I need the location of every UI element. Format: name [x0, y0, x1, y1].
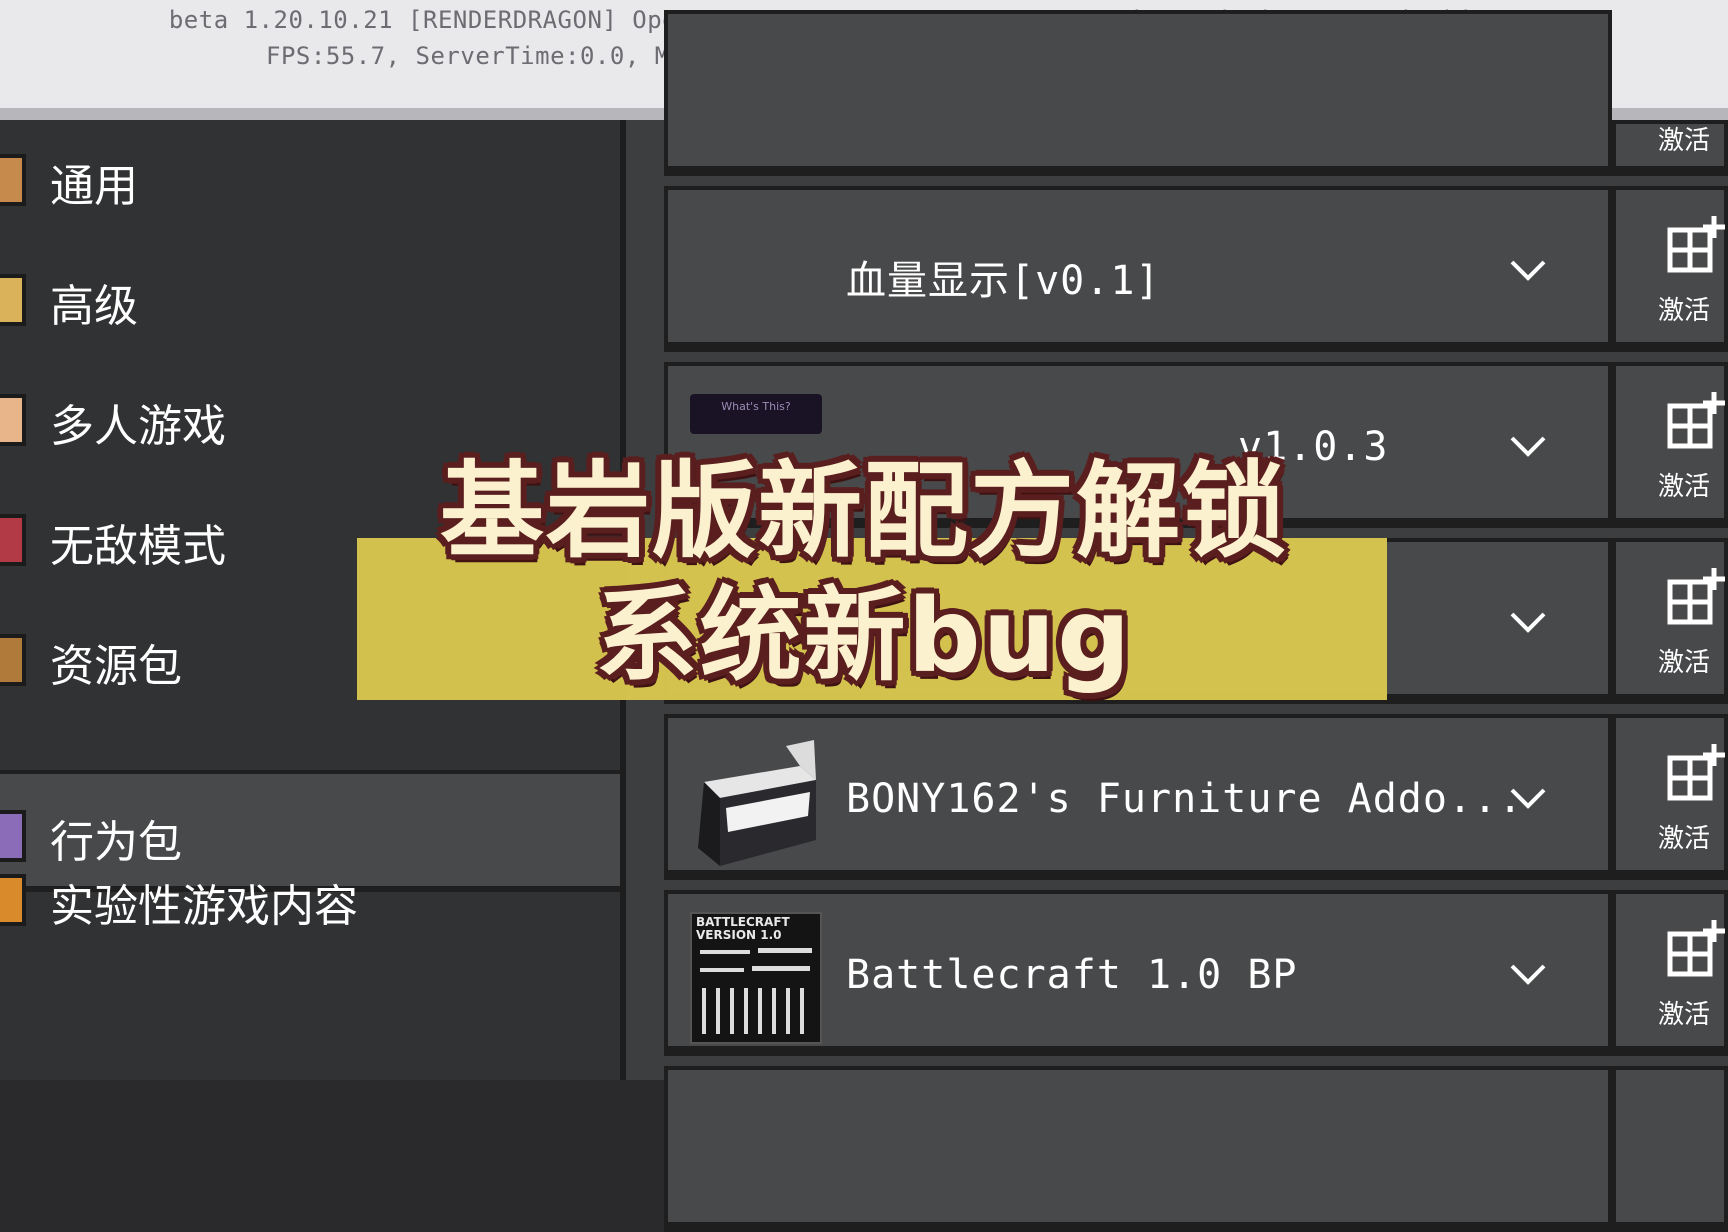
pack-row-partial[interactable]: [664, 1066, 1612, 1232]
chevron-down-icon[interactable]: [1508, 250, 1548, 290]
activate-button[interactable]: 激活: [1612, 714, 1728, 880]
sidebar-item-advanced[interactable]: 高级: [0, 236, 620, 358]
pack-name: 血量显示[v0.1]: [846, 258, 1161, 304]
sidebar-item-label: 通用: [50, 161, 138, 212]
activate-button[interactable]: 激活: [1612, 890, 1728, 1056]
sidebar-item-experimental[interactable]: 实验性游戏内容: [0, 836, 620, 958]
weapons-icon: [700, 948, 812, 1034]
pack-name: BONY162's Furniture Addo...: [846, 776, 1524, 822]
activate-pack-icon: [1667, 744, 1725, 801]
book-icon: [0, 154, 26, 206]
chevron-down-icon[interactable]: [1508, 778, 1548, 818]
activate-button[interactable]: 激活: [1612, 186, 1728, 352]
pack-name: Battlecraft 1.0 BP: [846, 952, 1298, 998]
sidebar-item-general[interactable]: 通用: [0, 116, 620, 238]
pack-row[interactable]: 血量显示[v0.1]: [664, 186, 1612, 352]
caption-line-2: 系统新bug: [595, 577, 1133, 696]
activate-label: 激活: [1658, 296, 1711, 326]
pack-row[interactable]: BATTLECRAFT VERSION 1.0 Battlecraft 1.0 …: [664, 890, 1612, 1056]
thumbnail-caption: BATTLECRAFT VERSION 1.0: [696, 915, 790, 942]
chevron-down-icon[interactable]: [1508, 954, 1548, 994]
activate-pack-icon: [1667, 920, 1725, 977]
pack-row-partial[interactable]: [664, 10, 1612, 176]
advanced-icon: [0, 274, 26, 326]
pack-row[interactable]: BONY162's Furniture Addo...: [664, 714, 1612, 880]
thumbnail-caption: What's This?: [721, 400, 791, 413]
sidebar-item-label: 实验性游戏内容: [50, 881, 358, 932]
pack-thumbnail-furniture: [698, 740, 816, 866]
activate-pack-icon: [1667, 216, 1725, 273]
activate-label: 激活: [1658, 824, 1711, 854]
activate-label: 激活: [1658, 126, 1711, 156]
experimental-icon: [0, 874, 26, 926]
activate-button[interactable]: 激活: [1612, 120, 1728, 176]
activate-button[interactable]: [1612, 1066, 1728, 1232]
activate-label: 激活: [1658, 1000, 1711, 1030]
pack-thumbnail-battlecraft: BATTLECRAFT VERSION 1.0: [690, 912, 822, 1044]
sidebar-item-label: 高级: [50, 281, 138, 332]
